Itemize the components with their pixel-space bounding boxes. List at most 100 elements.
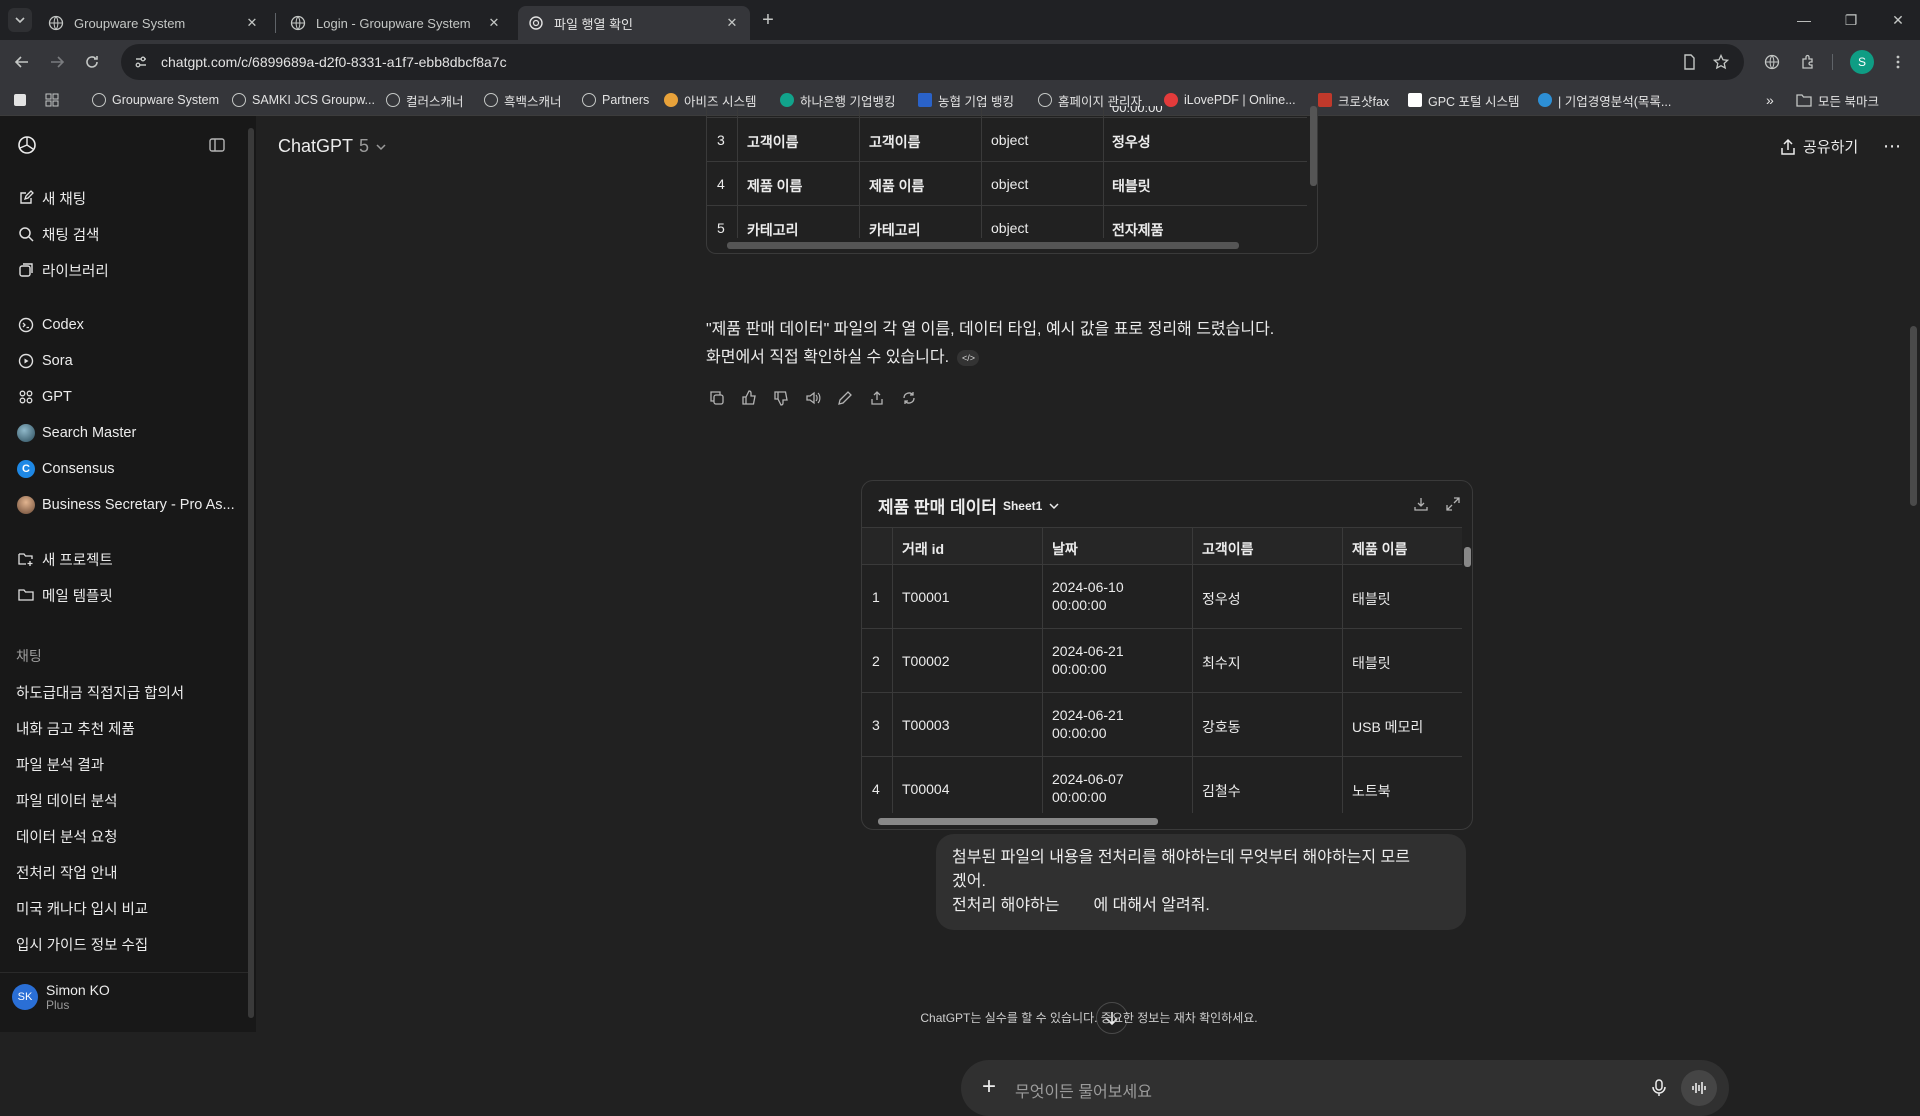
site-info-icon[interactable]: [131, 52, 151, 72]
sidebar-item-gpt[interactable]: GPT: [16, 385, 72, 409]
chat-item[interactable]: 전처리 작업 안내: [16, 862, 117, 883]
voice-mode-button[interactable]: [1681, 1070, 1717, 1106]
read-aloud-icon[interactable]: [803, 388, 823, 408]
bookmark-item[interactable]: 크로샷fax: [1318, 90, 1389, 110]
table-cell: 최수지: [1202, 655, 1241, 671]
bookmark-item[interactable]: Groupware System: [92, 90, 219, 110]
sidebar-item-library[interactable]: 라이브러리: [16, 258, 109, 282]
user-message-line: 전처리 해야하는 에 대해서 알려줘.: [952, 897, 1210, 914]
table-row[interactable]: 4 T00004 2024-06-07 00:00:00 김철수 노트북: [862, 757, 1462, 821]
column-header[interactable]: 날짜: [1052, 539, 1078, 559]
share-button[interactable]: 공유하기: [1779, 136, 1858, 157]
address-bar[interactable]: chatgpt.com/c/6899689a-d2f0-8331-a1f7-eb…: [121, 44, 1744, 80]
bookmark-item[interactable]: 흑백스캐너: [484, 90, 562, 110]
close-window-button[interactable]: ✕: [1887, 10, 1909, 30]
gpc-icon: [1408, 93, 1422, 107]
chat-item[interactable]: 파일 데이터 분석: [16, 790, 117, 811]
thumbs-up-icon[interactable]: [739, 388, 759, 408]
bookmark-item[interactable]: Partners: [582, 90, 649, 110]
sidebar-divider: [0, 972, 248, 973]
openai-logo-button[interactable]: [16, 133, 38, 157]
edit-icon[interactable]: [835, 388, 855, 408]
table-cell: 고객이름: [747, 134, 799, 150]
table-divider: [1342, 527, 1343, 813]
profile-avatar[interactable]: S: [1850, 50, 1874, 74]
tab-close-icon[interactable]: ✕: [724, 15, 740, 31]
bookmark-item[interactable]: 컬러스캐너: [386, 90, 464, 110]
table-horizontal-scrollbar[interactable]: [727, 242, 1239, 249]
tab-close-icon[interactable]: ✕: [244, 15, 260, 31]
user-profile-button[interactable]: SK Simon KO Plus: [12, 982, 110, 1012]
model-selector[interactable]: ChatGPT 5: [278, 136, 387, 157]
tab-search-button[interactable]: [8, 8, 32, 32]
table-vertical-scrollbar[interactable]: [1310, 106, 1317, 186]
ilovepdf-icon: [1164, 93, 1178, 107]
column-header[interactable]: 고객이름: [1202, 539, 1254, 559]
regenerate-icon[interactable]: [899, 388, 919, 408]
bookmark-item[interactable]: GPC 포털 시스템: [1408, 90, 1520, 110]
grid-icon[interactable]: [44, 90, 60, 110]
column-header[interactable]: 제품 이름: [1352, 539, 1407, 559]
add-attachment-button[interactable]: +: [977, 1075, 1001, 1100]
sidebar-scrollbar[interactable]: [248, 128, 254, 1018]
column-header[interactable]: 거래 id: [902, 539, 944, 559]
download-icon[interactable]: [1412, 495, 1430, 513]
sidebar-item-mail-template[interactable]: 메일 템플릿: [16, 583, 113, 607]
sidebar-item-search[interactable]: 채팅 검색: [16, 222, 99, 246]
forward-button[interactable]: [45, 50, 69, 74]
chat-item[interactable]: 내화 금고 추천 제품: [16, 718, 135, 739]
tab-active-chatgpt[interactable]: 파일 행열 확인 ✕: [518, 6, 750, 40]
new-tab-button[interactable]: +: [757, 9, 779, 31]
tab-login[interactable]: Login - Groupware System ✕: [280, 6, 512, 40]
page-info-icon[interactable]: [1679, 52, 1699, 72]
table-divider: [1192, 527, 1193, 813]
table-row[interactable]: 2 T00002 2024-06-21 00:00:00 최수지 태블릿: [862, 629, 1462, 693]
sheet-vertical-scrollbar[interactable]: [1464, 547, 1471, 567]
chat-item[interactable]: 데이터 분석 요청: [16, 826, 117, 847]
more-bookmarks-icon[interactable]: »: [1766, 90, 1774, 110]
sidebar-item-new-project[interactable]: 새 프로젝트: [16, 547, 113, 571]
table-header-row: 거래 id 날짜 고객이름 제품 이름: [862, 527, 1462, 565]
more-options-icon[interactable]: ⋯: [1883, 136, 1901, 157]
sidebar-item-business-secretary[interactable]: Business Secretary - Pro As...: [16, 493, 235, 517]
code-view-button[interactable]: </>: [957, 349, 980, 366]
tab-close-icon[interactable]: ✕: [486, 15, 502, 31]
chat-item[interactable]: 파일 분석 결과: [16, 754, 104, 775]
apps-icon[interactable]: [12, 90, 28, 110]
expand-icon[interactable]: [1444, 495, 1462, 513]
sheet-horizontal-scrollbar[interactable]: [878, 818, 1158, 825]
chat-item[interactable]: 하도급대금 직접지급 합의서: [16, 682, 184, 703]
sidebar-item-search-master[interactable]: Search Master: [16, 421, 136, 445]
minimize-button[interactable]: —: [1793, 10, 1815, 30]
microphone-icon[interactable]: [1649, 1078, 1669, 1098]
close-sidebar-button[interactable]: [208, 133, 226, 157]
sidebar-item-consensus[interactable]: C Consensus: [16, 457, 115, 481]
restore-button[interactable]: ❐: [1840, 10, 1862, 30]
extensions-icon[interactable]: [1796, 50, 1820, 74]
tab-groupware[interactable]: Groupware System ✕: [38, 6, 270, 40]
chat-item[interactable]: 미국 캐나다 입시 비교: [16, 898, 148, 919]
sidebar-item-new-chat[interactable]: 새 채팅: [16, 186, 86, 210]
all-bookmarks[interactable]: 모든 북마크: [1796, 90, 1879, 110]
bookmark-item[interactable]: SAMKI JCS Groupw...: [232, 90, 375, 110]
table-row[interactable]: 3 T00003 2024-06-21 00:00:00 강호동 USB 메모리: [862, 693, 1462, 757]
bookmark-star-icon[interactable]: [1711, 52, 1731, 72]
browser-menu-icon[interactable]: [1886, 50, 1910, 74]
sheet-title-button[interactable]: 제품 판매 데이터 Sheet1: [878, 493, 1060, 518]
sidebar-item-sora[interactable]: Sora: [16, 349, 73, 373]
bookmark-item[interactable]: | 기업경영분석(목록...: [1538, 90, 1671, 110]
translate-icon[interactable]: [1760, 50, 1784, 74]
table-row[interactable]: 1 T00001 2024-06-10 00:00:00 정우성 태블릿: [862, 565, 1462, 629]
copy-icon[interactable]: [707, 388, 727, 408]
new-chat-icon: [16, 188, 36, 208]
reload-button[interactable]: [80, 50, 104, 74]
prompt-input[interactable]: 무엇이든 물어보세요: [1015, 1078, 1152, 1102]
back-button[interactable]: [10, 50, 34, 74]
sidebar-item-codex[interactable]: Codex: [16, 313, 84, 337]
share-icon[interactable]: [867, 388, 887, 408]
assistant-message-line: 화면에서 직접 확인하실 수 있습니다. </>: [706, 344, 980, 372]
main-scrollbar[interactable]: [1910, 326, 1917, 506]
chat-item[interactable]: 입시 가이드 정보 수집: [16, 934, 148, 955]
thumbs-down-icon[interactable]: [771, 388, 791, 408]
table-row: 4 제품 이름 제품 이름 object 태블릿: [707, 162, 1307, 206]
